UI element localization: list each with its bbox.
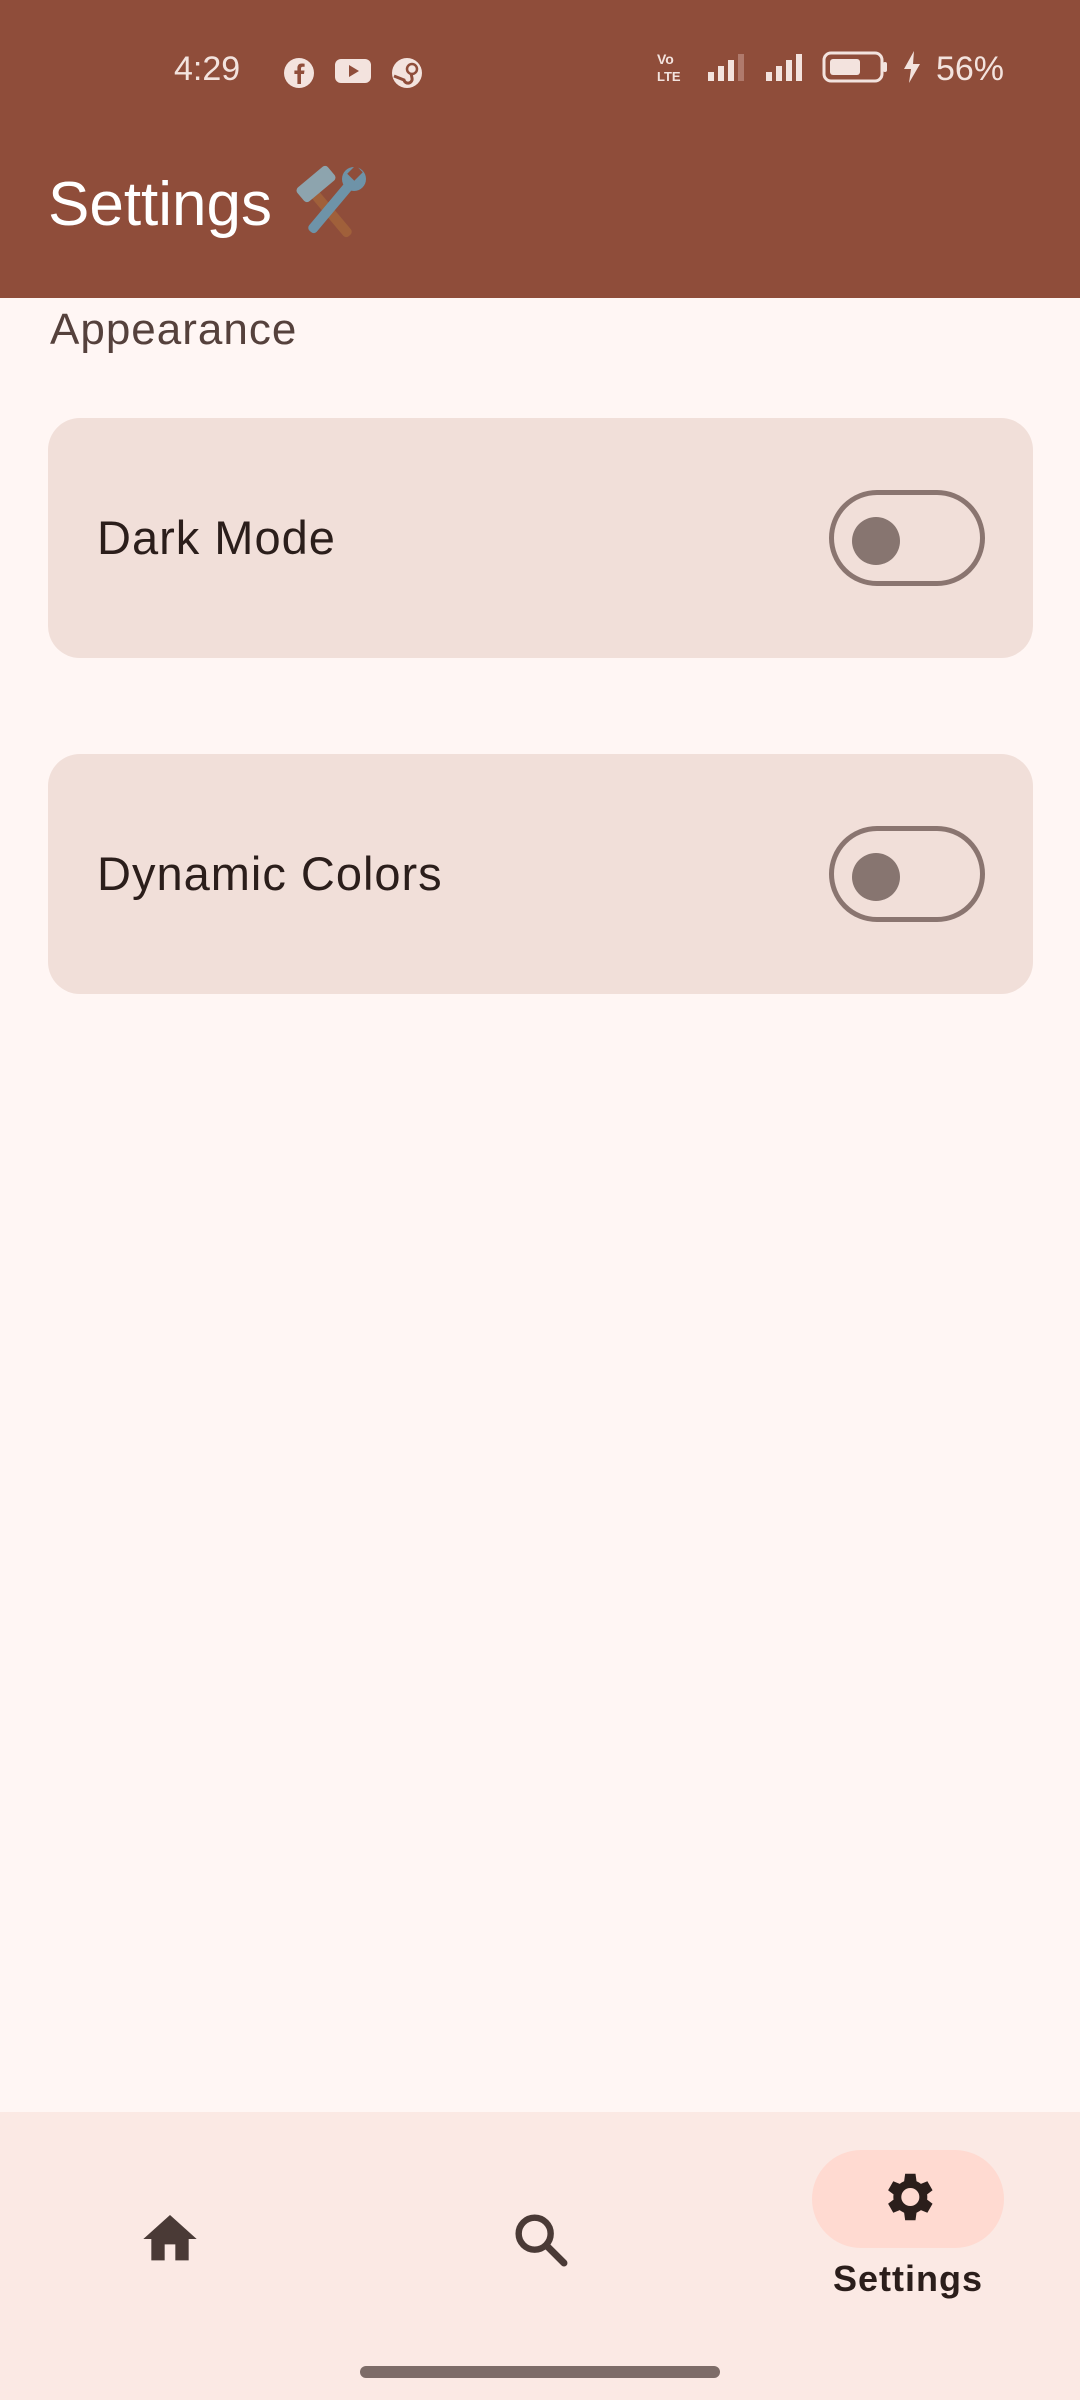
toggle-thumb [852, 517, 900, 565]
charging-icon [902, 50, 922, 89]
svg-text:Vo: Vo [657, 51, 674, 67]
svg-text:LTE: LTE [657, 69, 681, 84]
app-header: 4:29 Vo LTE 56% Settings [0, 0, 1080, 298]
page-title: Settings [48, 160, 370, 250]
battery-icon [822, 51, 888, 88]
nav-home-icon-container [110, 2192, 230, 2290]
home-icon [138, 2207, 202, 2276]
nav-settings-active-indicator [812, 2150, 1004, 2248]
dynamic-colors-toggle[interactable] [829, 826, 985, 922]
section-label-appearance: Appearance [50, 305, 298, 354]
volte-icon: Vo LTE [656, 50, 692, 89]
facebook-icon [282, 56, 316, 88]
page-title-text: Settings [48, 170, 273, 239]
gesture-navigation-bar[interactable] [360, 2366, 720, 2378]
battery-percent: 56% [935, 50, 1004, 88]
signal-icon [764, 52, 808, 87]
toggle-thumb [852, 853, 900, 901]
status-bar: 4:29 Vo LTE 56% [0, 0, 1080, 140]
dark-mode-setting-card[interactable]: Dark Mode [48, 418, 1033, 658]
settings-icon [877, 2166, 939, 2233]
nav-item-settings[interactable]: Settings [812, 2112, 1004, 2342]
nav-item-search[interactable] [480, 2112, 600, 2342]
status-right-group: Vo LTE 56% [656, 50, 1004, 89]
dynamic-colors-setting-card[interactable]: Dynamic Colors [48, 754, 1033, 994]
dynamic-colors-label: Dynamic Colors [97, 847, 443, 900]
nav-search-icon-container [480, 2192, 600, 2290]
search-icon [508, 2207, 572, 2276]
youtube-icon [334, 56, 372, 86]
bottom-navigation-bar: Settings [0, 2112, 1080, 2400]
nav-settings-label: Settings [832, 2258, 983, 2299]
dark-mode-label: Dark Mode [97, 511, 336, 564]
status-app-icons [282, 56, 424, 88]
dark-mode-toggle[interactable] [829, 490, 985, 586]
nav-item-home[interactable] [110, 2112, 230, 2342]
status-time: 4:29 [174, 50, 241, 88]
steam-icon [390, 56, 424, 88]
settings-screen: 4:29 Vo LTE 56% Settings Appearance Dark… [0, 0, 1080, 2400]
hammer-and-wrench-icon [290, 165, 370, 245]
signal-icon [706, 52, 750, 87]
